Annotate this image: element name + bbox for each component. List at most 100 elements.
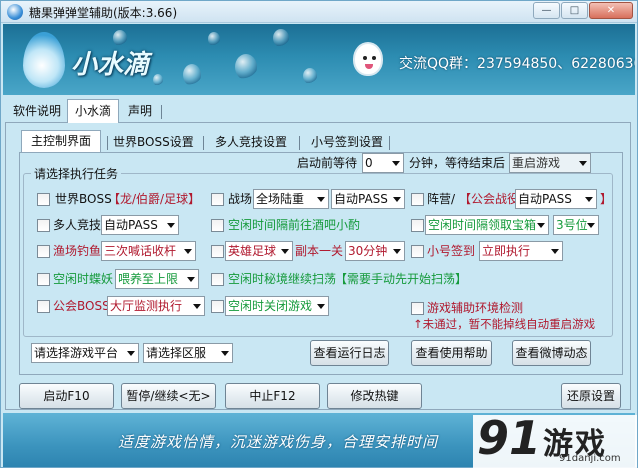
- chevron-down-icon: [221, 351, 229, 356]
- pause-resume-button[interactable]: 暂停/继续<无>: [121, 383, 216, 409]
- chevron-down-icon: [317, 197, 325, 202]
- idle-tavern-checkbox[interactable]: [211, 219, 224, 232]
- server-select[interactable]: 请选择区服: [143, 343, 233, 363]
- app-icon: [7, 4, 23, 20]
- hero-dungeon-label: 副本一关: [295, 244, 344, 258]
- water-drop-decoration: [153, 74, 163, 86]
- tab-world-boss-settings[interactable]: 世界BOSS设置: [113, 132, 194, 154]
- fishing-mode-select[interactable]: 三次喊话收杆: [101, 241, 196, 261]
- chevron-down-icon: [537, 223, 545, 228]
- camp-pass-select[interactable]: 自动PASS: [515, 189, 597, 209]
- world-boss-checkbox[interactable]: [37, 193, 50, 206]
- water-drop-decoration: [273, 29, 289, 47]
- tab-multiplayer-settings[interactable]: 多人竞技设置: [211, 132, 291, 154]
- guild-boss-checkbox[interactable]: [37, 300, 50, 313]
- reset-settings-button[interactable]: 还原设置: [561, 383, 621, 409]
- idle-butterfly-checkbox[interactable]: [37, 273, 50, 286]
- chevron-down-icon: [167, 223, 175, 228]
- idle-close-select[interactable]: 空闲时关闭游戏: [225, 296, 329, 316]
- tab-separator: [389, 136, 390, 150]
- tab-alt-signin-settings[interactable]: 小号签到设置: [307, 132, 387, 154]
- mascot-icon: [353, 42, 383, 76]
- multi-pass-select[interactable]: 自动PASS: [101, 215, 179, 235]
- start-button[interactable]: 启动F10: [19, 383, 114, 409]
- hero-mode-select[interactable]: 英雄足球: [225, 241, 293, 261]
- battle-checkbox[interactable]: [211, 193, 224, 206]
- chevron-down-icon: [393, 197, 401, 202]
- alt-signin-select[interactable]: 立即执行: [479, 241, 563, 261]
- idle-treasure-checkbox[interactable]: [411, 219, 424, 232]
- camp-label: 阵营/: [427, 192, 456, 206]
- battle-pass-select[interactable]: 自动PASS: [331, 189, 405, 209]
- platform-select[interactable]: 请选择游戏平台: [31, 343, 139, 363]
- chevron-down-icon: [392, 161, 400, 166]
- water-drop-decoration: [208, 32, 220, 46]
- chevron-down-icon: [127, 351, 135, 356]
- chevron-down-icon: [187, 277, 195, 282]
- tab-main-control[interactable]: 主控制界面: [21, 130, 101, 152]
- idle-secret-checkbox[interactable]: [211, 273, 224, 286]
- watermark-number: 91: [477, 411, 542, 465]
- chevron-down-icon: [317, 304, 325, 309]
- idle-treasure-select[interactable]: 空闲时间隔领取宝箱: [425, 215, 549, 235]
- qq-group-text: 交流QQ群：237594850、62280636: [399, 56, 635, 72]
- tab-separator: [161, 105, 162, 119]
- fishing-label: 渔场钓鱼: [53, 244, 102, 258]
- close-button[interactable]: ✕: [589, 2, 633, 19]
- hero-duration-select[interactable]: 30分钟: [345, 241, 405, 261]
- chevron-down-icon: [281, 249, 289, 254]
- alt-signin-label: 小号签到: [427, 244, 476, 258]
- wait-minutes-select[interactable]: 0: [362, 153, 404, 173]
- tab-software-info[interactable]: 软件说明: [7, 101, 67, 123]
- camp-bracket: 】: [600, 192, 613, 206]
- battle-label: 战场: [228, 192, 253, 206]
- idle-tavern-label: 空闲时间隔前往酒吧小酌: [228, 218, 361, 232]
- tab-xiaoshuidi[interactable]: 小水滴: [67, 99, 119, 123]
- idle-butterfly-label: 空闲时蝶妖: [53, 272, 114, 286]
- env-check-label: 游戏辅助环境检测: [427, 301, 524, 315]
- watermark-url: 91danji.com: [559, 453, 621, 464]
- wait-before-label: 启动前等待: [297, 156, 358, 170]
- watermark: 91 游戏 91danji.com: [473, 411, 637, 468]
- alt-signin-checkbox[interactable]: [411, 245, 424, 258]
- multi-checkbox[interactable]: [37, 219, 50, 232]
- view-log-button[interactable]: 查看运行日志: [310, 340, 389, 366]
- after-wait-action-select[interactable]: 重启游戏: [509, 153, 591, 173]
- env-check-warning: ↑未通过，暂不能掉线自动重启游戏: [413, 317, 596, 331]
- multi-label: 多人竞技: [53, 218, 102, 232]
- water-drop-decoration: [235, 54, 257, 80]
- guild-boss-label: 公会BOSS: [53, 299, 110, 313]
- stop-button[interactable]: 中止F12: [225, 383, 320, 409]
- guild-boss-mode-select[interactable]: 大厅监测执行: [107, 296, 205, 316]
- banner: 小水滴 交流QQ群：237594850、62280636: [3, 24, 635, 95]
- logo-text: 小水滴: [71, 50, 150, 80]
- title-bar: 糖果弹弹堂辅助(版本:3.66) — □ ✕: [1, 1, 637, 23]
- treasure-slot-select[interactable]: 3号位: [553, 215, 599, 235]
- chevron-down-icon: [587, 223, 595, 228]
- fishing-checkbox[interactable]: [37, 245, 50, 258]
- logo-drop-icon: [23, 32, 65, 88]
- idle-secret-note: 【需要手动先开始扫荡】: [335, 272, 468, 286]
- tab-separator: [107, 136, 108, 150]
- camp-checkbox[interactable]: [411, 193, 424, 206]
- chevron-down-icon: [551, 249, 559, 254]
- hero-checkbox[interactable]: [211, 245, 224, 258]
- minimize-button[interactable]: —: [533, 2, 560, 19]
- camp-note: 【公会战役: [459, 192, 520, 206]
- butterfly-feed-select[interactable]: 喂养至上限: [115, 269, 199, 289]
- task-group-title: 请选择执行任务: [31, 165, 122, 182]
- maximize-button[interactable]: □: [561, 2, 588, 19]
- view-weibo-button[interactable]: 查看微博动态: [512, 340, 591, 366]
- idle-close-checkbox[interactable]: [211, 300, 224, 313]
- tab-statement[interactable]: 声明: [123, 101, 157, 123]
- env-check-checkbox[interactable]: [411, 302, 424, 315]
- battle-mode-select[interactable]: 全场陆重: [253, 189, 329, 209]
- wait-after-label: 分钟，等待结束后: [409, 156, 506, 170]
- water-drop-decoration: [303, 68, 317, 84]
- tab-separator: [203, 136, 204, 150]
- view-help-button[interactable]: 查看使用帮助: [411, 340, 492, 366]
- edit-hotkey-button[interactable]: 修改热键: [327, 383, 422, 409]
- idle-secret-label: 空闲时秘境继续扫荡: [228, 272, 337, 286]
- window-title: 糖果弹弹堂辅助(版本:3.66): [29, 6, 178, 20]
- chevron-down-icon: [579, 161, 587, 166]
